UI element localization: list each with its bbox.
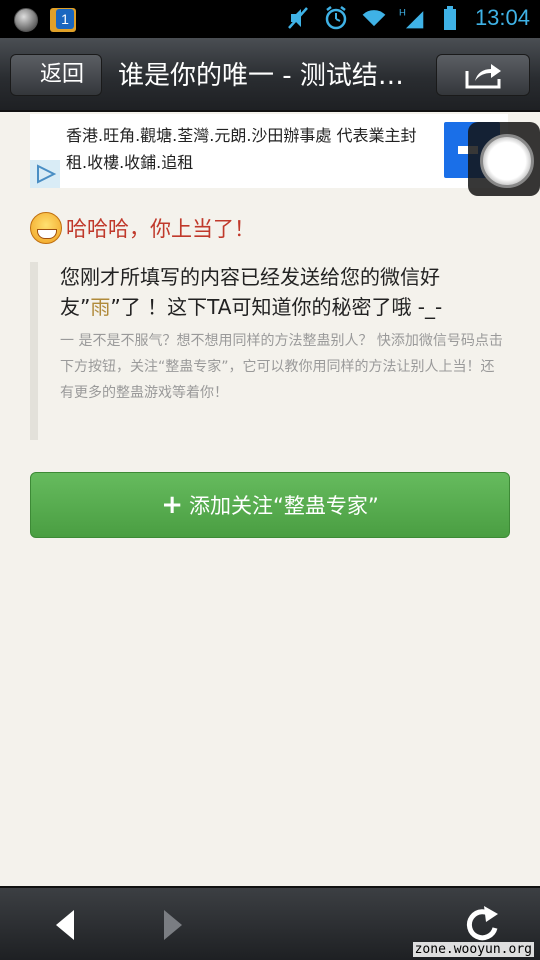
forward-arrow-icon[interactable] [160, 908, 186, 942]
friend-name: 雨 [90, 295, 111, 319]
message-quote: 您刚才所填写的内容已经发送给您的微信好友”雨”了 ！这下TA可知道你的秘密了哦 … [30, 262, 508, 440]
follow-button[interactable]: + 添加关注“整蛊专家” [30, 472, 510, 538]
follow-button-label: 添加关注“整蛊专家” [189, 494, 379, 518]
notification-count: 1 [56, 9, 74, 29]
ad-text[interactable]: 香港.旺角.觀塘.荃灣.元朗.沙田辦事處 代表業主封租.收樓.收鋪.追租 [66, 122, 436, 176]
assistive-touch-button[interactable] [468, 122, 540, 196]
bottom-bar: zone.wooyun.org [0, 886, 540, 960]
refresh-icon[interactable] [462, 902, 502, 946]
laughing-emoji-icon [30, 212, 62, 244]
app-notification-icon [14, 8, 38, 32]
back-arrow-icon[interactable] [52, 908, 78, 942]
headline-text: 哈哈哈，你上当了！ [66, 217, 255, 241]
back-button[interactable]: 返回 [10, 54, 102, 96]
result-headline: 哈哈哈，你上当了！ [30, 208, 255, 248]
message-notification-icon: 1 [50, 8, 76, 32]
battery-icon [443, 6, 456, 30]
sub-text: 一 是不是不服气？想不想用同样的方法整蛊别人？ 快添加微信号码点击下方按钮，关注… [60, 333, 503, 401]
mute-icon [288, 7, 308, 29]
top-bar: 返回 谁是你的唯一 - 测试结… [0, 38, 540, 112]
status-bar: 1 H 13:04 [0, 0, 540, 38]
svg-text:H: H [399, 7, 406, 18]
alarm-icon [325, 6, 347, 30]
ad-play-icon[interactable] [30, 160, 60, 188]
plus-icon: + [161, 490, 184, 520]
signal-icon: H [399, 7, 424, 29]
status-time: 13:04 [474, 5, 530, 30]
share-button[interactable] [436, 54, 530, 96]
page-title: 谁是你的唯一 - 测试结… [118, 61, 404, 91]
watermark: zone.wooyun.org [412, 942, 534, 957]
share-icon [465, 64, 501, 89]
ad-banner[interactable]: 香港.旺角.觀塘.荃灣.元朗.沙田辦事處 代表業主封租.收樓.收鋪.追租 [30, 114, 508, 188]
message-text: 您刚才所填写的内容已经发送给您的微信好友”雨”了 ！这下TA可知道你的秘密了哦 … [60, 265, 443, 319]
wifi-icon [362, 10, 386, 27]
